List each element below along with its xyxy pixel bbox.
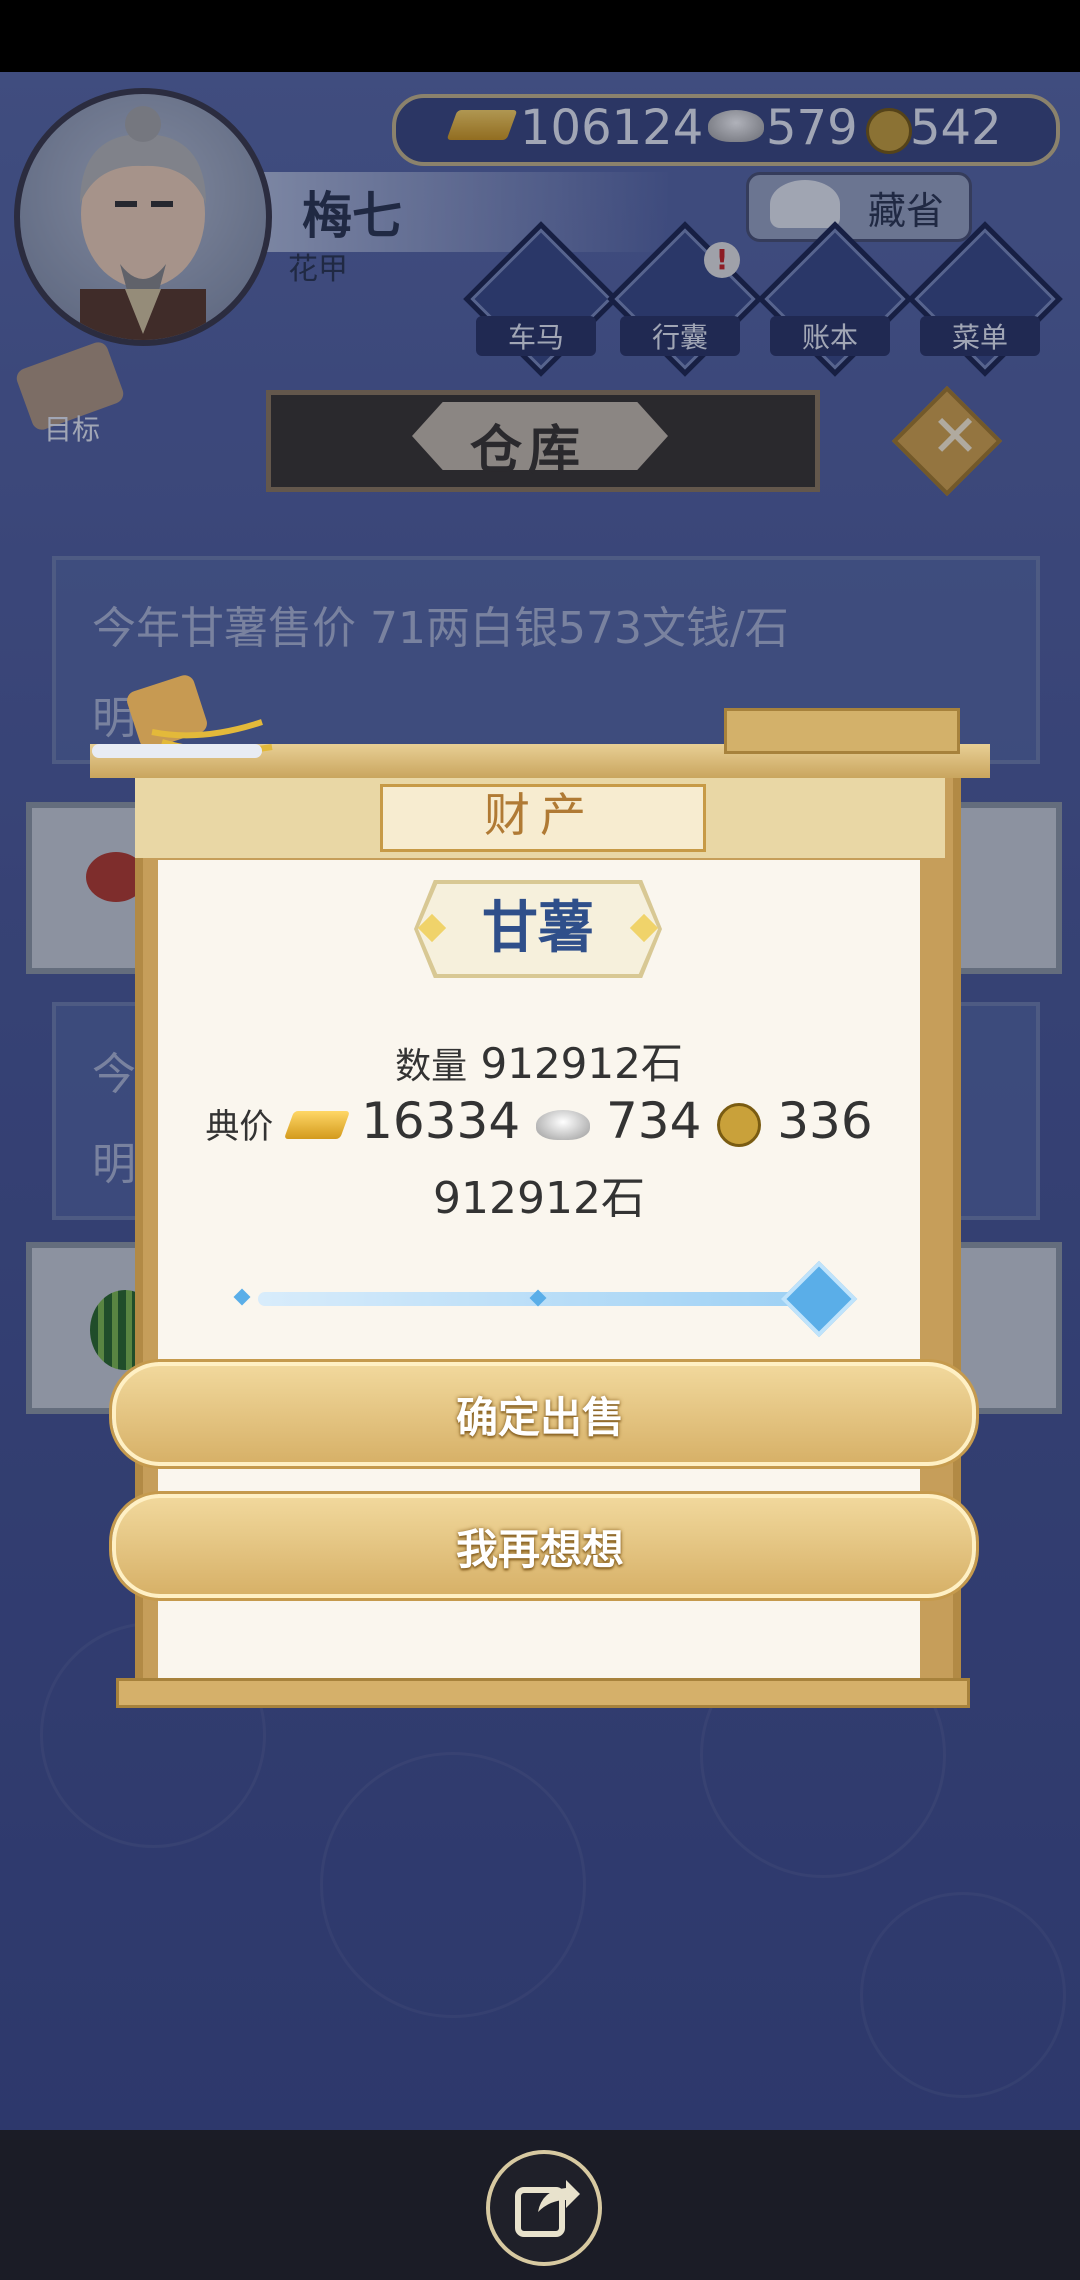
- status-bar: [0, 0, 1080, 72]
- cancel-label: 我再想想: [455, 1525, 624, 1574]
- share-button[interactable]: [486, 2150, 602, 2266]
- dialog-roof-ornament: [724, 708, 960, 754]
- dialog-base: [116, 1678, 970, 1708]
- silver-ingot-icon: [536, 1109, 591, 1140]
- price-label: 典价: [205, 1107, 274, 1147]
- price-coin: 336: [777, 1092, 873, 1150]
- game-screen: 梅七 花甲 106124 579 542 藏省 车马 行囊 ! 账本 菜单 目标…: [0, 72, 1080, 2130]
- price-row: 典价 16334 734 336: [158, 1092, 920, 1150]
- confirm-sell-label: 确定出售: [455, 1393, 624, 1442]
- quantity-value: 912912石: [480, 1039, 683, 1088]
- price-silver: 734: [606, 1092, 702, 1150]
- copper-coin-icon: [717, 1102, 762, 1147]
- quantity-label: 数量: [395, 1046, 468, 1087]
- share-icon: [515, 2180, 580, 2237]
- price-gold: 16334: [361, 1092, 521, 1150]
- selected-quantity: 912912石: [433, 1173, 645, 1224]
- item-name: 甘薯: [482, 896, 594, 961]
- dialog-title: 财产: [484, 788, 596, 842]
- quantity-row: 数量 912912石: [158, 1030, 920, 1091]
- gold-bar-icon: [284, 1110, 351, 1139]
- wheat-bundle-icon: [92, 675, 273, 758]
